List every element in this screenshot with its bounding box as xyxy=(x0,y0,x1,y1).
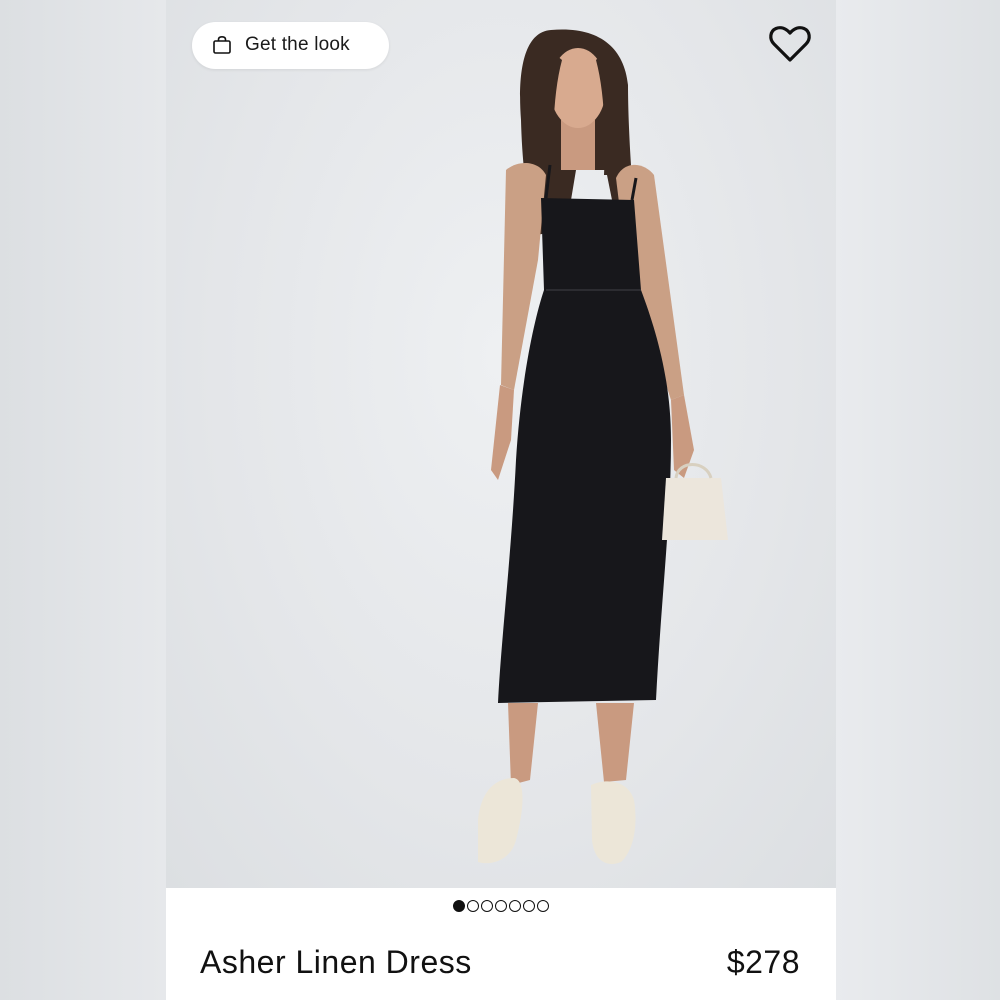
left-backdrop xyxy=(0,0,166,1000)
pagination-dot-1[interactable] xyxy=(453,900,465,912)
pagination-dot-7[interactable] xyxy=(537,900,549,912)
shopping-bag-icon xyxy=(213,35,231,54)
get-the-look-button[interactable]: Get the look xyxy=(192,22,389,69)
get-the-look-label: Get the look xyxy=(245,34,350,55)
right-backdrop xyxy=(836,0,1000,1000)
heart-icon xyxy=(769,26,811,62)
product-photo[interactable]: Get the look xyxy=(166,0,836,888)
product-name: Asher Linen Dress xyxy=(200,944,472,980)
pagination-dot-3[interactable] xyxy=(481,900,493,912)
favorite-button[interactable] xyxy=(766,22,814,66)
image-pagination xyxy=(166,900,836,916)
pagination-dot-2[interactable] xyxy=(467,900,479,912)
product-price: $278 xyxy=(726,944,800,980)
pagination-dot-6[interactable] xyxy=(523,900,535,912)
pagination-dot-4[interactable] xyxy=(495,900,507,912)
pagination-dot-5[interactable] xyxy=(509,900,521,912)
model-illustration xyxy=(478,29,728,864)
product-card: Get the look Asher Linen Dress $278 xyxy=(166,0,836,1000)
